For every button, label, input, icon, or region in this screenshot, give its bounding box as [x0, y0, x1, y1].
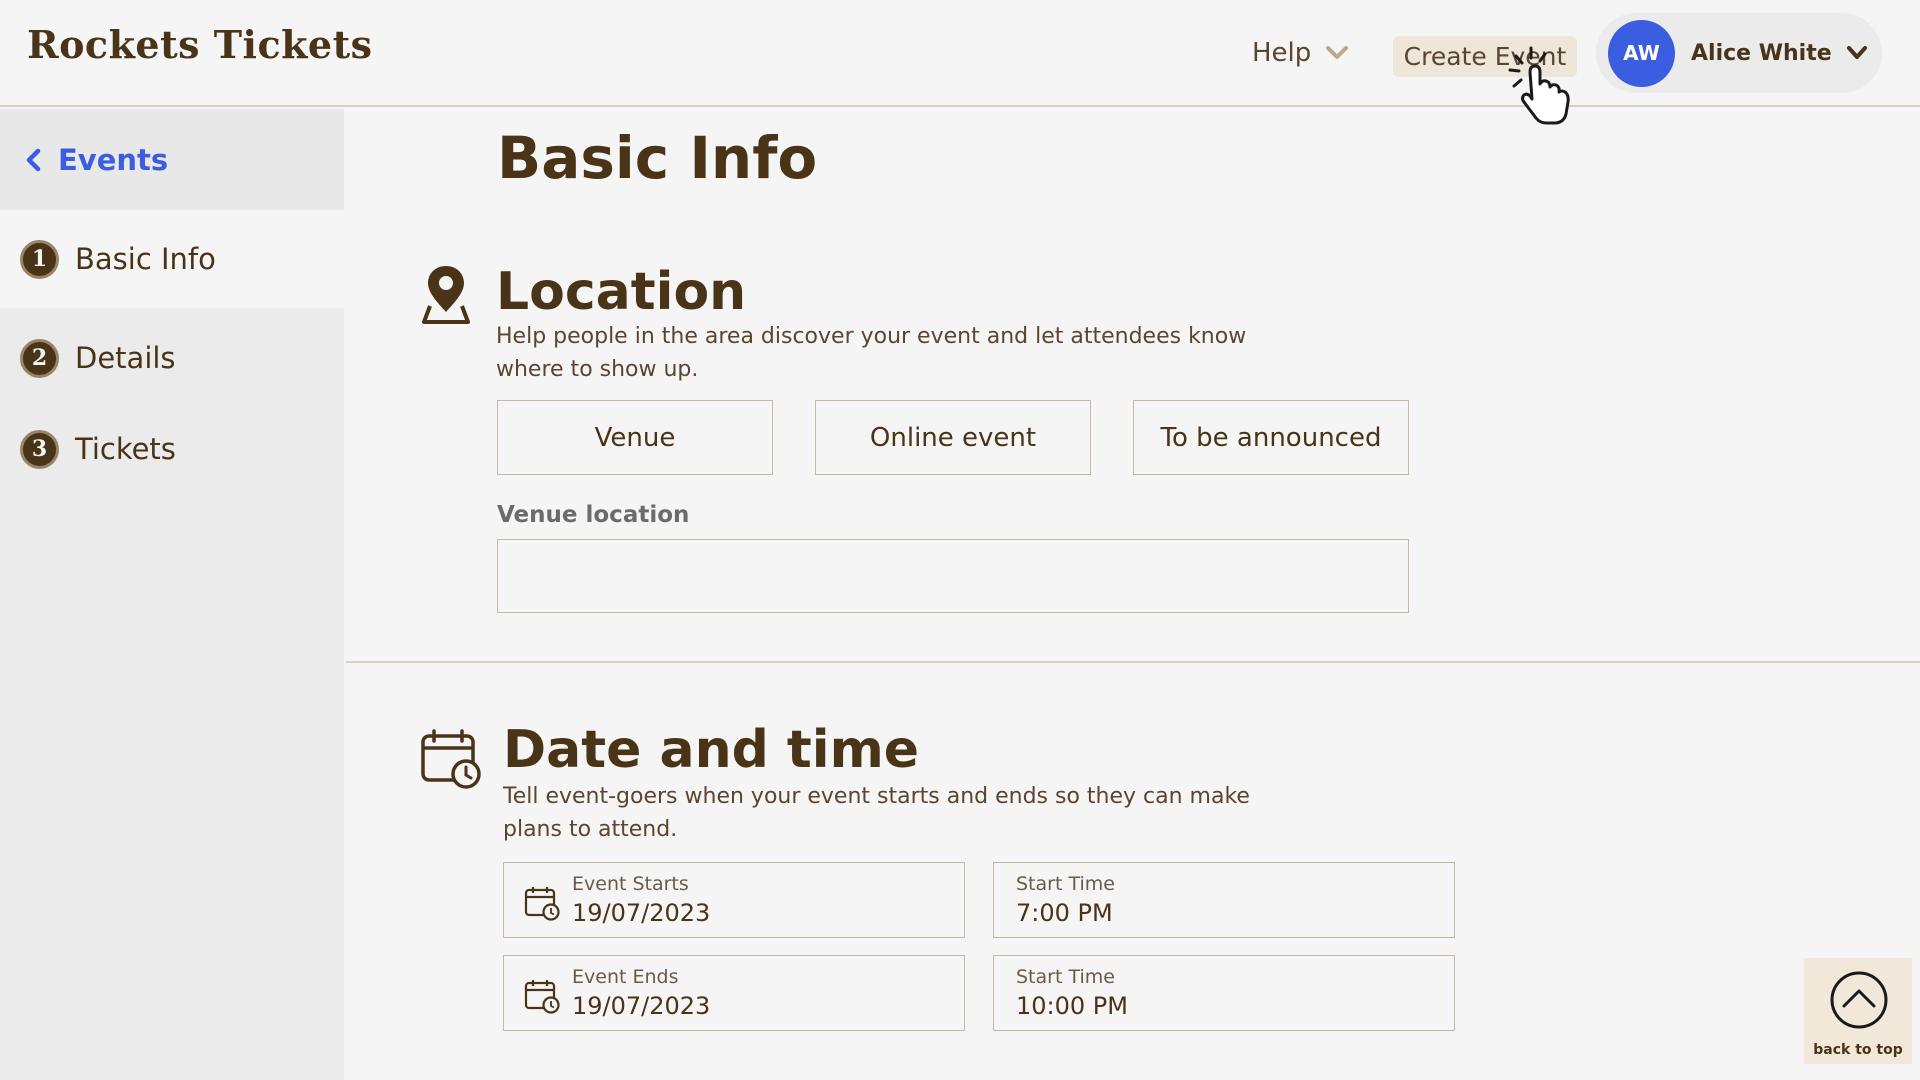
calendar-clock-icon	[421, 729, 481, 789]
event-starts-value: 19/07/2023	[572, 899, 711, 927]
start-time-value: 7:00 PM	[1016, 899, 1113, 927]
step-label: Details	[75, 341, 176, 375]
step-number-badge: 2	[20, 338, 59, 378]
event-ends-label: Event Ends	[572, 966, 679, 988]
sidebar: Events 1 Basic Info 2 Details 3 Tickets	[0, 109, 344, 1080]
step-label: Basic Info	[75, 242, 216, 276]
start-time-field[interactable]: Start Time 7:00 PM	[993, 862, 1455, 938]
chevron-down-icon	[1326, 46, 1349, 59]
step-number-badge: 3	[20, 429, 59, 469]
sidebar-step-details[interactable]: 2 Details	[0, 309, 344, 407]
arrow-up-circle-icon	[1830, 971, 1888, 1029]
to-be-announced-option-button[interactable]: To be announced	[1133, 400, 1409, 475]
help-label: Help	[1252, 38, 1312, 68]
event-starts-field[interactable]: Event Starts 19/07/2023	[503, 862, 965, 938]
calendar-clock-icon	[524, 980, 560, 1014]
back-to-top-label: back to top	[1813, 1042, 1903, 1058]
venue-location-label: Venue location	[497, 502, 690, 528]
back-to-top-button[interactable]: back to top	[1804, 958, 1912, 1064]
location-title: Location	[496, 262, 747, 322]
venue-location-input[interactable]	[497, 539, 1409, 613]
section-divider	[346, 661, 1920, 663]
map-pin-icon	[422, 266, 470, 324]
back-to-events-link[interactable]: Events	[0, 109, 344, 210]
user-menu[interactable]: AW Alice White	[1596, 13, 1882, 93]
event-starts-label: Event Starts	[572, 873, 689, 895]
help-menu[interactable]: Help	[1252, 38, 1349, 68]
date-time-title: Date and time	[503, 720, 920, 780]
chevron-down-icon	[1846, 46, 1867, 59]
page-title: Basic Info	[497, 124, 818, 192]
step-label: Tickets	[75, 432, 176, 466]
event-ends-value: 19/07/2023	[572, 992, 711, 1020]
step-number-badge: 1	[20, 239, 59, 279]
end-time-field[interactable]: Start Time 10:00 PM	[993, 955, 1455, 1031]
venue-option-button[interactable]: Venue	[497, 400, 773, 475]
sidebar-step-basic-info[interactable]: 1 Basic Info	[0, 210, 344, 308]
user-name: Alice White	[1691, 40, 1832, 66]
online-event-option-button[interactable]: Online event	[815, 400, 1091, 475]
pointer-cursor-icon	[1508, 46, 1570, 125]
top-header: Rockets Tickets Help Create Event AW Ali…	[0, 0, 1920, 125]
start-time-label: Start Time	[1016, 873, 1115, 895]
back-to-events-label: Events	[58, 142, 169, 177]
chevron-left-icon	[26, 148, 41, 171]
date-time-description: Tell event-goers when your event starts …	[503, 784, 1250, 842]
brand-logo[interactable]: Rockets Tickets	[27, 22, 373, 67]
sidebar-step-tickets[interactable]: 3 Tickets	[0, 400, 344, 498]
end-time-label: Start Time	[1016, 966, 1115, 988]
avatar: AW	[1608, 19, 1675, 87]
event-ends-field[interactable]: Event Ends 19/07/2023	[503, 955, 965, 1031]
end-time-value: 10:00 PM	[1016, 992, 1128, 1020]
calendar-clock-icon	[524, 887, 560, 921]
location-description: Help people in the area discover your ev…	[496, 324, 1247, 382]
